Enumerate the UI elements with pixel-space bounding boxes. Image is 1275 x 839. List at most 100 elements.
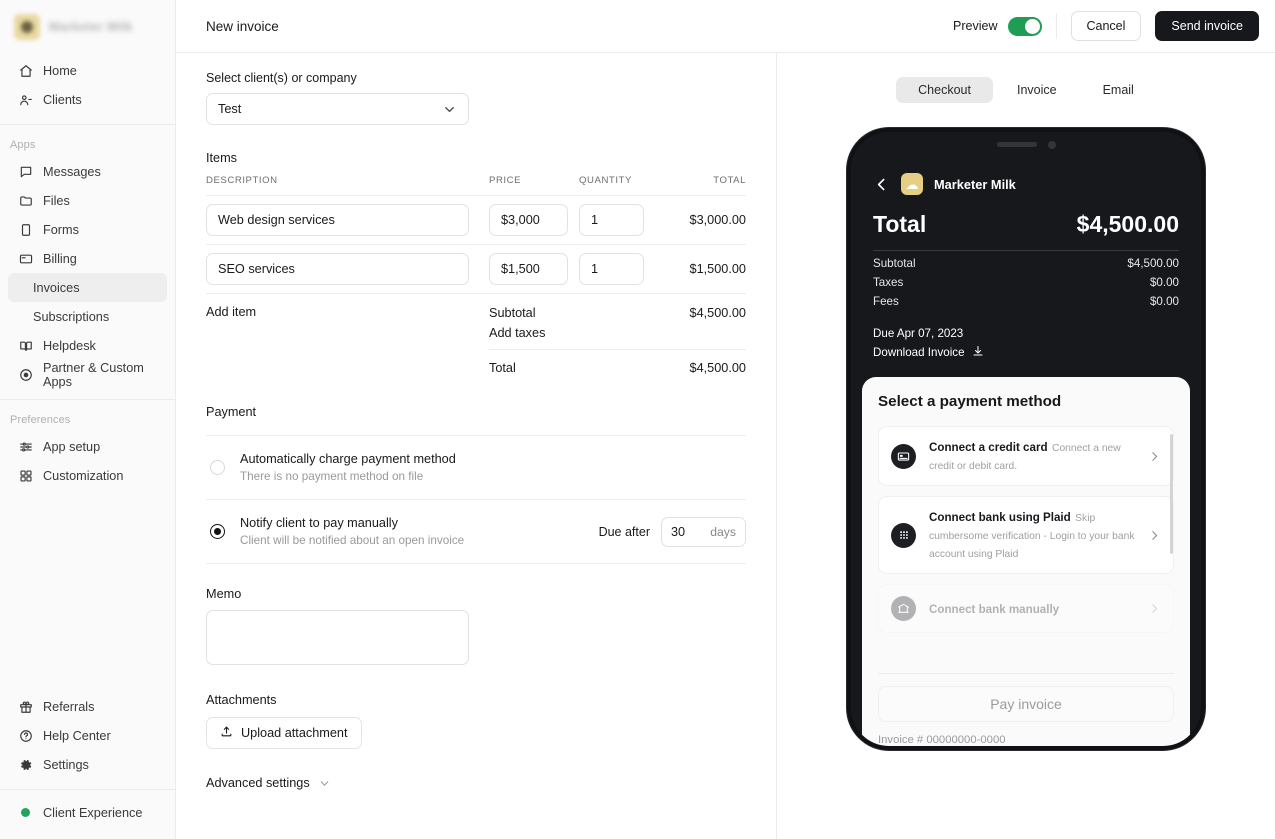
payment-method-credit-card[interactable]: Connect a credit card Connect a new cred… xyxy=(878,426,1174,486)
phone-preview: ☁ Marketer Milk Total $4,500.00 Subtotal… xyxy=(847,128,1205,750)
sidebar-item-label: Client Experience xyxy=(43,806,142,820)
files-icon xyxy=(18,193,33,208)
advanced-settings-toggle[interactable]: Advanced settings xyxy=(206,776,746,790)
billing-icon xyxy=(18,251,33,266)
item-total-value: $1,500.00 xyxy=(669,245,746,294)
sidebar-item-settings[interactable]: Settings xyxy=(8,750,167,779)
helpdesk-icon xyxy=(18,338,33,353)
sidebar-item-messages[interactable]: Messages xyxy=(8,157,167,186)
workspace-name: Marketer Milk xyxy=(49,20,133,34)
subtotal-label: Subtotal xyxy=(489,306,536,320)
sidebar-bottom-nav: Referrals Help Center Settings xyxy=(0,688,175,783)
due-after-field[interactable]: days xyxy=(661,517,746,547)
table-header-row: DESCRIPTION PRICE QUANTITY TOTAL xyxy=(206,175,746,196)
tab-email[interactable]: Email xyxy=(1081,77,1156,103)
sidebar-item-label: Billing xyxy=(43,252,77,266)
sidebar-item-client-experience[interactable]: Client Experience xyxy=(8,798,167,827)
payment-section-title: Payment xyxy=(206,405,746,419)
memo-input[interactable] xyxy=(206,610,469,665)
cell-description xyxy=(206,196,489,245)
main-area: New invoice Preview Cancel Send invoice … xyxy=(176,0,1275,839)
add-item-link[interactable]: Add item xyxy=(206,305,489,375)
sidebar-item-invoices[interactable]: Invoices xyxy=(8,273,167,302)
sidebar-item-label: Forms xyxy=(43,223,79,237)
workspace-header[interactable]: Marketer Milk xyxy=(0,0,175,52)
sidebar-item-help-center[interactable]: Help Center xyxy=(8,721,167,750)
item-quantity-input[interactable] xyxy=(579,204,644,236)
total-line: Total $4,500.00 xyxy=(489,350,746,375)
radio-auto-charge[interactable] xyxy=(210,460,225,475)
chevron-down-icon xyxy=(442,102,457,117)
send-invoice-button[interactable]: Send invoice xyxy=(1155,11,1259,41)
tab-checkout[interactable]: Checkout xyxy=(896,77,993,103)
messages-icon xyxy=(18,164,33,179)
invoice-form-pane: Select client(s) or company Test Items D… xyxy=(176,53,777,839)
sidebar-item-forms[interactable]: Forms xyxy=(8,215,167,244)
checkout-due-date: Due Apr 07, 2023 xyxy=(873,327,1179,340)
cell-quantity xyxy=(579,245,669,294)
help-circle-icon xyxy=(18,728,33,743)
clients-icon xyxy=(18,92,33,107)
preview-label: Preview xyxy=(953,19,997,33)
sidebar-item-referrals[interactable]: Referrals xyxy=(8,692,167,721)
preview-toggle-group: Preview xyxy=(953,17,1041,36)
sidebar-item-label: Partner & Custom Apps xyxy=(43,361,157,389)
download-invoice-link[interactable]: Download Invoice xyxy=(873,345,1179,360)
sidebar-item-helpdesk[interactable]: Helpdesk xyxy=(8,331,167,360)
tab-invoice[interactable]: Invoice xyxy=(995,77,1079,103)
add-taxes-link[interactable]: Add taxes xyxy=(489,326,746,350)
radio-notify-manual[interactable] xyxy=(210,524,225,539)
item-description-input[interactable] xyxy=(206,253,469,285)
client-select-value: Test xyxy=(218,102,241,116)
brand-logo-glyph: ☁ xyxy=(906,178,919,191)
payment-method-plaid[interactable]: Connect bank using Plaid Skip cumbersome… xyxy=(878,496,1174,574)
sidebar-item-partner-custom-apps[interactable]: Partner & Custom Apps xyxy=(8,360,167,389)
preview-tabs: Checkout Invoice Email xyxy=(892,73,1160,107)
sidebar-item-files[interactable]: Files xyxy=(8,186,167,215)
item-quantity-input[interactable] xyxy=(579,253,644,285)
download-invoice-label: Download Invoice xyxy=(873,346,965,359)
totals-block: Subtotal $4,500.00 Add taxes Total $4,50… xyxy=(489,305,746,375)
sidebar-primary-nav: Home Clients xyxy=(0,52,175,118)
item-total-value: $3,000.00 xyxy=(669,196,746,245)
sidebar-item-billing[interactable]: Billing xyxy=(8,244,167,273)
preview-toggle[interactable] xyxy=(1008,17,1042,36)
sidebar-item-customization[interactable]: Customization xyxy=(8,461,167,490)
sidebar-item-label: App setup xyxy=(43,440,100,454)
cancel-button[interactable]: Cancel xyxy=(1071,11,1142,41)
payment-method-text: Connect a credit card Connect a new cred… xyxy=(929,438,1135,474)
checkout-brand-row: ☁ Marketer Milk xyxy=(873,173,1179,195)
upload-attachment-button[interactable]: Upload attachment xyxy=(206,717,362,749)
line-label: Fees xyxy=(873,295,899,308)
pay-invoice-button[interactable]: Pay invoice xyxy=(878,686,1174,722)
sidebar-item-app-setup[interactable]: App setup xyxy=(8,432,167,461)
payment-method-bank-manual[interactable]: Connect bank manually xyxy=(878,584,1174,633)
attachments-label: Attachments xyxy=(206,693,746,707)
sidebar-item-label: Customization xyxy=(43,469,123,483)
sidebar-item-label: Invoices xyxy=(33,281,80,295)
chevron-right-icon xyxy=(1148,529,1161,542)
methods-scrollbar[interactable] xyxy=(1170,434,1173,554)
checkout-subtotal-line: Subtotal $4,500.00 xyxy=(873,251,1179,270)
back-icon[interactable] xyxy=(873,176,890,193)
payment-option-auto-charge[interactable]: Automatically charge payment method Ther… xyxy=(206,436,746,500)
sidebar-item-label: Helpdesk xyxy=(43,339,96,353)
line-label: Subtotal xyxy=(873,257,916,270)
sidebar-item-clients[interactable]: Clients xyxy=(8,85,167,114)
bank-icon xyxy=(891,596,916,621)
due-after-input[interactable] xyxy=(671,525,701,539)
item-price-input[interactable] xyxy=(489,204,568,236)
column-header-price: PRICE xyxy=(489,175,579,196)
sidebar-item-label: Settings xyxy=(43,758,89,772)
sidebar-item-subscriptions[interactable]: Subscriptions xyxy=(8,302,167,331)
payment-option-text: Notify client to pay manually Client wil… xyxy=(240,516,464,547)
item-description-input[interactable] xyxy=(206,204,469,236)
item-price-input[interactable] xyxy=(489,253,568,285)
sidebar-item-home[interactable]: Home xyxy=(8,56,167,85)
preview-pane: Checkout Invoice Email xyxy=(777,53,1275,839)
client-select[interactable]: Test xyxy=(206,93,469,125)
sidebar-divider-2 xyxy=(0,399,175,400)
cell-price xyxy=(489,245,579,294)
payment-option-notify-manual[interactable]: Notify client to pay manually Client wil… xyxy=(206,500,746,564)
payment-sheet-footer: Pay invoice Invoice # 00000000-0000 xyxy=(878,673,1174,746)
